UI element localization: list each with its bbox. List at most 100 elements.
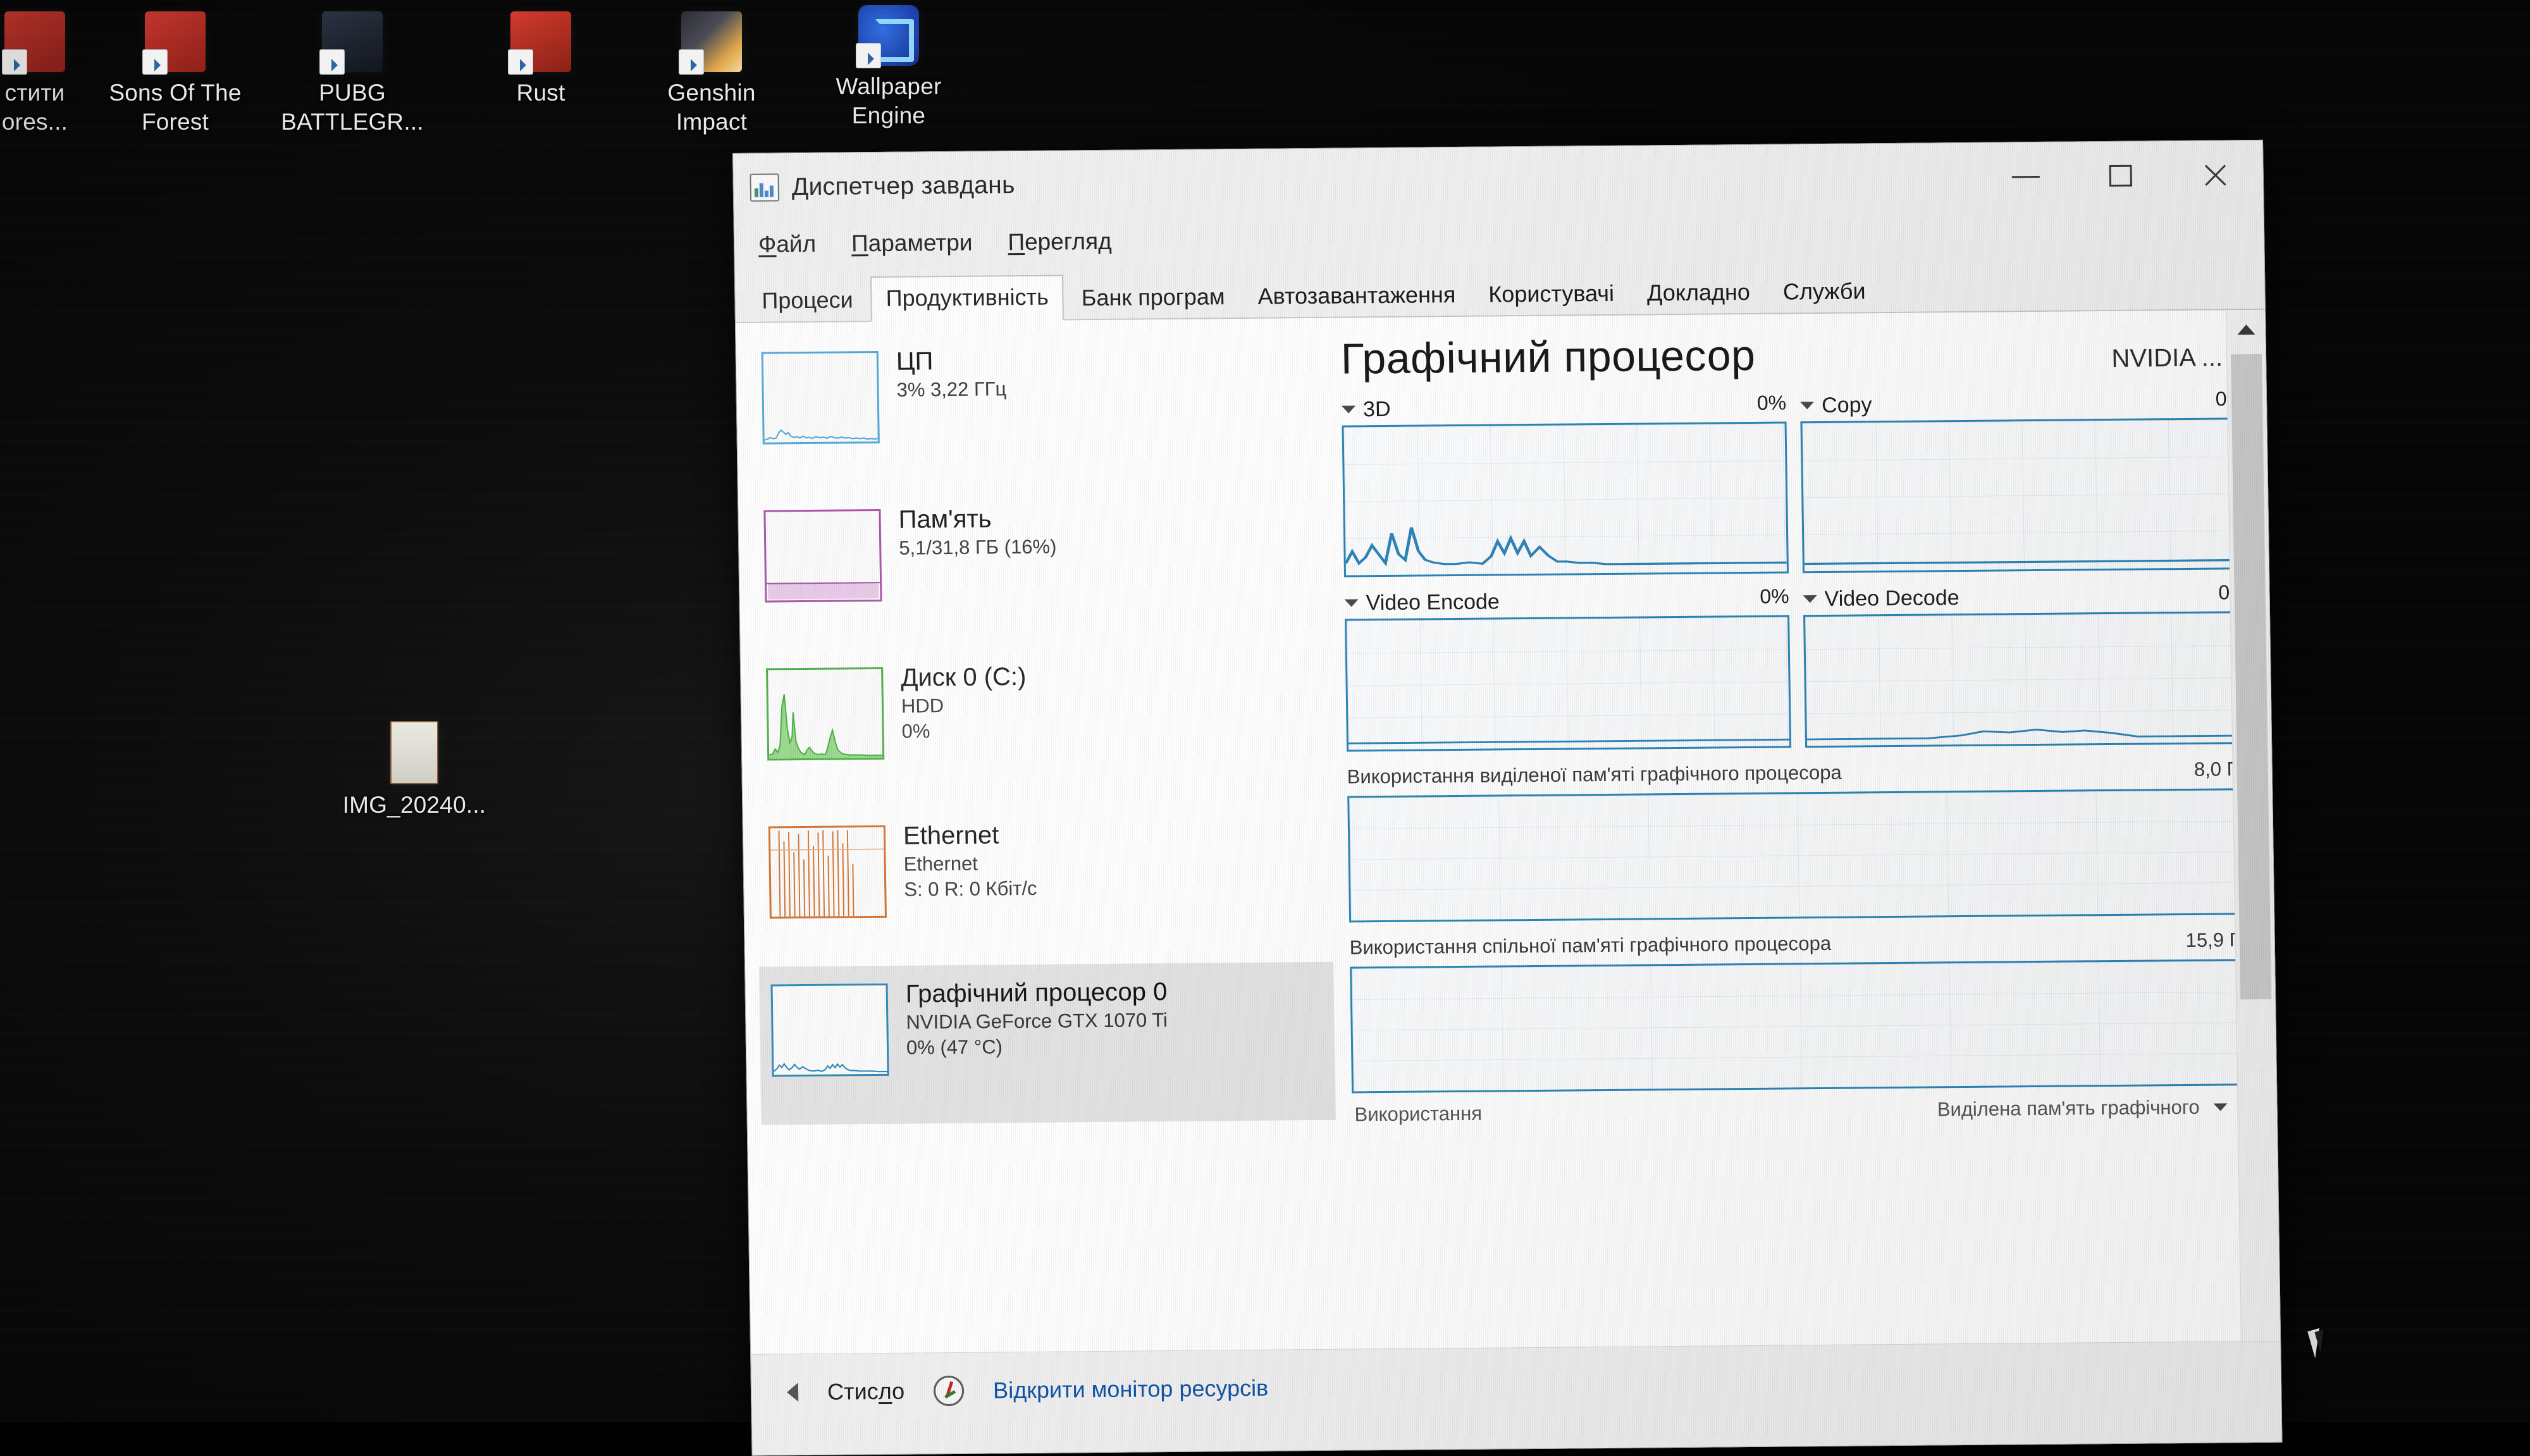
chevron-left-icon[interactable] (787, 1383, 798, 1402)
performance-content: ЦП 3% 3,22 ГГц Пам'ять 5,1/31,8 ГБ (16%) (736, 310, 2280, 1354)
mouse-cursor (2307, 1324, 2339, 1358)
app-shortcut-icon (4, 11, 65, 72)
axis-label-usage: Використання (1354, 1102, 1482, 1126)
desktop-icon-label: Rust (468, 78, 614, 108)
desktop-icon[interactable]: ститиores... (0, 11, 108, 137)
device-name-disk: Диск 0 (C:) (901, 661, 1027, 694)
dedicated-memory-graph (1347, 788, 2252, 922)
tab-app-history[interactable]: Банк програм (1066, 275, 1240, 320)
gpu-detail-panel: Графічний процесор NVIDIA ... 3D 0% (1324, 310, 2280, 1349)
tab-performance[interactable]: Продуктивність (870, 275, 1064, 322)
device-row-cpu[interactable]: ЦП 3% 3,22 ГГц (750, 330, 1326, 493)
open-resource-monitor-link[interactable]: Відкрити монітор ресурсів (993, 1374, 1269, 1404)
engine-label-video-encode: Video Encode (1366, 589, 1500, 615)
task-manager-window: Диспетчер завдань Файл Параметри Перегля… (732, 140, 2283, 1456)
menu-file[interactable]: Файл (758, 231, 817, 258)
shortcut-arrow-icon (679, 49, 704, 75)
scroll-up-button[interactable] (2226, 310, 2266, 350)
tab-processes[interactable]: Процеси (746, 278, 868, 323)
sons-of-the-forest-icon (145, 11, 206, 72)
gpu-engine-row-1: 3D 0% Copy 0% (1342, 387, 2247, 577)
device-stat-ethernet: S: 0 R: 0 Кбіт/c (904, 876, 1037, 903)
window-titlebar[interactable]: Диспетчер завдань (733, 140, 2264, 222)
device-row-memory[interactable]: Пам'ять 5,1/31,8 ГБ (16%) (752, 488, 1329, 651)
device-row-gpu[interactable]: Графічний процесор 0 NVIDIA GeForce GTX … (759, 962, 1336, 1125)
device-type-disk: HDD (901, 693, 1027, 719)
chevron-down-icon[interactable] (1803, 595, 1817, 603)
desktop-icon-genshin-impact[interactable]: GenshinImpact (639, 11, 784, 137)
close-button[interactable] (2168, 140, 2264, 209)
device-name-cpu: ЦП (896, 345, 1006, 378)
desktop-icon-label: PUBGBATTLEGR... (280, 78, 425, 137)
tab-services[interactable]: Служби (1767, 269, 1881, 314)
memory-sparkline (763, 509, 882, 603)
performance-device-list: ЦП 3% 3,22 ГГц Пам'ять 5,1/31,8 ГБ (16%) (736, 318, 1339, 1354)
desktop-icon-sons-of-the-forest[interactable]: Sons Of TheForest (102, 11, 248, 137)
close-icon (2201, 161, 2230, 188)
desktop-icon-wallpaper-engine[interactable]: WallpaperEngine (816, 5, 961, 130)
chevron-down-icon[interactable] (1342, 405, 1355, 413)
chevron-down-icon[interactable] (1345, 599, 1359, 607)
tab-details[interactable]: Докладно (1631, 270, 1765, 316)
gpu-engine-3d: 3D 0% (1342, 391, 1789, 577)
device-row-disk[interactable]: Диск 0 (C:) HDD 0% (755, 646, 1331, 809)
image-file-icon (390, 721, 438, 784)
desktop-icon-label: Sons Of TheForest (102, 78, 248, 137)
rust-icon (510, 11, 571, 72)
dedicated-memory-label: Використання виділеної пам'яті графічног… (1347, 762, 1842, 789)
tab-startup[interactable]: Автозавантаження (1242, 273, 1471, 319)
minimize-button[interactable] (1978, 142, 2074, 211)
cpu-sparkline (762, 351, 880, 445)
device-name-memory: Пам'ять (898, 503, 1056, 536)
genshin-impact-icon (681, 11, 742, 72)
gpu-sparkline (771, 984, 889, 1077)
desktop-icon-pubg[interactable]: PUBGBATTLEGR... (280, 11, 425, 137)
shortcut-arrow-icon (856, 43, 881, 68)
engine-graph-video-encode (1345, 615, 1791, 751)
window-title: Диспетчер завдань (791, 171, 1015, 201)
task-manager-icon (750, 173, 779, 201)
desktop-file-icon[interactable]: IMG_20240... (342, 721, 487, 820)
device-type-ethernet: Ethernet (903, 851, 1037, 877)
status-bar: Стисло Відкрити монітор ресурсів (751, 1341, 2281, 1430)
desktop-icon-label: ститиores... (0, 78, 108, 137)
page-title: Графічний процесор (1340, 331, 1756, 384)
maximize-button[interactable] (2073, 141, 2169, 210)
device-row-ethernet[interactable]: Ethernet Ethernet S: 0 R: 0 Кбіт/c (756, 804, 1333, 967)
device-name-gpu: Графічний процесор 0 (905, 976, 1167, 1010)
engine-label-video-decode: Video Decode (1824, 586, 1959, 612)
shared-memory-label: Використання спільної пам'яті графічного… (1349, 932, 1831, 959)
device-stat-disk: 0% (901, 718, 1027, 744)
scrollbar-thumb[interactable] (2231, 354, 2271, 999)
engine-label-3d: 3D (1363, 397, 1391, 421)
shortcut-arrow-icon (319, 49, 345, 75)
tab-users[interactable]: Користувачі (1473, 271, 1630, 317)
gpu-shared-memory-section: Використання спільної пам'яті графічного… (1349, 929, 2255, 1093)
device-stat-memory: 5,1/31,8 ГБ (16%) (899, 534, 1057, 561)
menu-file-rest: айл (776, 231, 816, 257)
gpu-engine-video-decode: Video Decode 0% (1803, 581, 2250, 748)
device-model-gpu: NVIDIA GeForce GTX 1070 Ti (906, 1008, 1168, 1035)
menu-view[interactable]: Перегляд (1008, 228, 1112, 256)
gpu-engine-copy: Copy 0% (1800, 387, 2247, 573)
menu-options-rest: араметри (868, 230, 972, 256)
engine-percent-3d: 0% (1757, 391, 1787, 414)
desktop-file-label: IMG_20240... (343, 792, 486, 818)
engine-graph-3d (1342, 421, 1789, 577)
engine-label-copy: Copy (1822, 393, 1872, 418)
shared-memory-graph (1350, 959, 2255, 1093)
shortcut-arrow-icon (508, 49, 533, 75)
chevron-up-icon (2237, 324, 2255, 335)
engine-graph-copy (1800, 417, 2247, 573)
disk-sparkline (766, 667, 884, 761)
menu-options[interactable]: Параметри (851, 230, 973, 257)
desktop-icon-rust[interactable]: Rust (468, 11, 614, 108)
compact-view-button[interactable]: Стисло (827, 1378, 905, 1405)
engine-percent-video-encode: 0% (1760, 584, 1789, 608)
chevron-down-icon[interactable] (1800, 402, 1814, 409)
chevron-down-icon[interactable] (2214, 1103, 2228, 1111)
shortcut-arrow-icon (142, 49, 168, 75)
gpu-dedicated-memory-section: Використання виділеної пам'яті графічног… (1347, 758, 2252, 922)
resource-monitor-icon (934, 1375, 965, 1405)
desktop-icon-label: WallpaperEngine (816, 72, 961, 130)
